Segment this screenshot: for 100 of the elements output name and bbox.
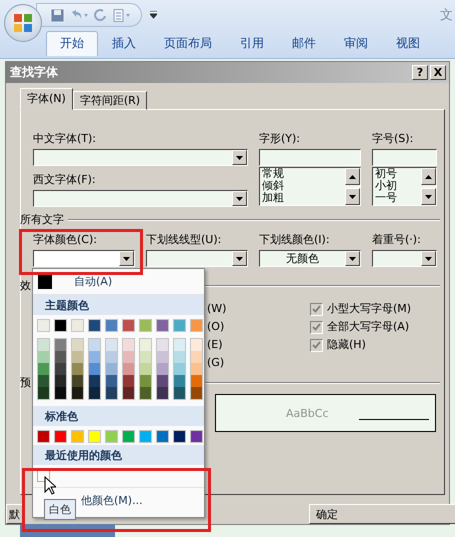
color-swatch[interactable] [157,375,168,387]
color-swatch[interactable] [89,375,100,387]
ribbon-tab[interactable]: 视图 [382,31,434,56]
size-list[interactable]: 初号 小初 一号 [372,167,437,206]
ribbon-tab[interactable]: 审阅 [330,31,382,56]
color-swatch[interactable] [89,363,100,375]
color-swatch[interactable] [140,363,151,375]
color-swatch[interactable] [105,319,118,332]
color-swatch[interactable] [72,363,83,375]
color-swatch[interactable] [156,319,169,332]
office-button[interactable] [4,4,42,42]
dialog-tab[interactable]: 字体(N) [20,88,73,110]
color-swatch[interactable] [139,430,152,443]
document-icon[interactable] [113,8,131,22]
ribbon-tab[interactable]: 引用 [226,31,278,56]
color-swatch[interactable] [55,375,66,387]
color-swatch[interactable] [140,351,151,363]
color-swatch[interactable] [38,363,49,375]
list-item[interactable]: 加粗 [262,192,345,204]
color-swatch[interactable] [157,339,168,351]
color-swatch[interactable] [55,351,66,363]
color-swatch[interactable] [72,339,83,351]
color-swatch[interactable] [123,375,134,387]
color-swatch[interactable] [190,319,203,332]
color-swatch[interactable] [106,339,117,351]
color-swatch[interactable] [156,430,169,443]
color-swatch[interactable] [174,387,185,399]
color-swatch[interactable] [54,319,67,332]
list-item[interactable]: 常规 [262,168,345,180]
color-swatch[interactable] [190,430,203,443]
color-swatch[interactable] [72,387,83,399]
color-swatch[interactable] [191,351,202,363]
color-swatch[interactable] [89,339,100,351]
customize-caret-icon[interactable] [150,11,157,19]
color-swatch[interactable] [157,363,168,375]
dialog-tab[interactable]: 字符间距(R) [72,91,148,110]
scroll-up-button[interactable] [345,168,360,185]
color-swatch[interactable] [71,430,84,443]
emphasis-dropdown[interactable] [372,250,437,267]
color-swatch[interactable] [88,319,101,332]
color-swatch[interactable] [88,430,101,443]
color-swatch[interactable] [139,319,152,332]
ok-button[interactable]: 确定 [309,504,455,524]
ribbon-tab[interactable]: 插入 [98,31,150,56]
chinese-font-dropdown[interactable] [33,149,248,166]
close-button[interactable]: X [430,65,446,80]
save-icon[interactable] [51,8,64,22]
ribbon-tab[interactable]: 页面布局 [150,31,226,56]
color-swatch[interactable] [106,363,117,375]
color-swatch[interactable] [72,351,83,363]
scroll-down-button[interactable] [421,188,436,205]
color-swatch[interactable] [173,430,186,443]
underline-color-dropdown[interactable]: 无颜色 [259,250,361,267]
color-swatch[interactable] [157,351,168,363]
font-color-dropdown[interactable] [33,250,135,267]
color-swatch[interactable] [140,375,151,387]
color-swatch[interactable] [38,375,49,387]
style-list[interactable]: 常规 倾斜 加粗 [259,167,361,206]
list-item[interactable]: 一号 [375,192,421,204]
help-button[interactable]: ? [412,65,428,80]
ribbon-tab[interactable]: 开始 [46,31,98,56]
color-swatch[interactable] [191,339,202,351]
color-swatch[interactable] [38,339,49,351]
redo-icon[interactable] [94,8,107,22]
color-swatch[interactable] [89,351,100,363]
color-swatch[interactable] [122,319,135,332]
color-swatch[interactable] [123,363,134,375]
scroll-up-button[interactable] [421,168,436,185]
color-swatch[interactable] [157,387,168,399]
color-swatch[interactable] [106,351,117,363]
underline-style-dropdown[interactable] [146,250,248,267]
color-swatch[interactable] [174,363,185,375]
color-swatch[interactable] [37,319,50,332]
color-swatch[interactable] [38,387,49,399]
color-swatch[interactable] [72,375,83,387]
color-swatch[interactable] [174,375,185,387]
color-swatch[interactable] [174,339,185,351]
color-swatch[interactable] [140,339,151,351]
list-item[interactable]: 初号 [375,168,421,180]
color-swatch[interactable] [191,387,202,399]
color-swatch[interactable] [123,351,134,363]
color-swatch[interactable] [89,387,100,399]
color-swatch[interactable] [55,363,66,375]
color-swatch[interactable] [55,387,66,399]
list-item[interactable]: 小初 [375,180,421,192]
color-swatch[interactable] [37,430,50,443]
color-swatch[interactable] [191,363,202,375]
color-swatch[interactable] [123,387,134,399]
color-swatch[interactable] [140,387,151,399]
scroll-down-button[interactable] [345,188,360,205]
color-swatch[interactable] [191,375,202,387]
color-swatch[interactable] [38,351,49,363]
size-input[interactable] [372,149,437,166]
color-swatch[interactable] [123,339,134,351]
ribbon-tab[interactable]: 邮件 [278,31,330,56]
color-swatch[interactable] [106,387,117,399]
color-swatch[interactable] [71,319,84,332]
color-swatch[interactable] [174,351,185,363]
color-swatch[interactable] [173,319,186,332]
style-input[interactable] [259,149,361,166]
